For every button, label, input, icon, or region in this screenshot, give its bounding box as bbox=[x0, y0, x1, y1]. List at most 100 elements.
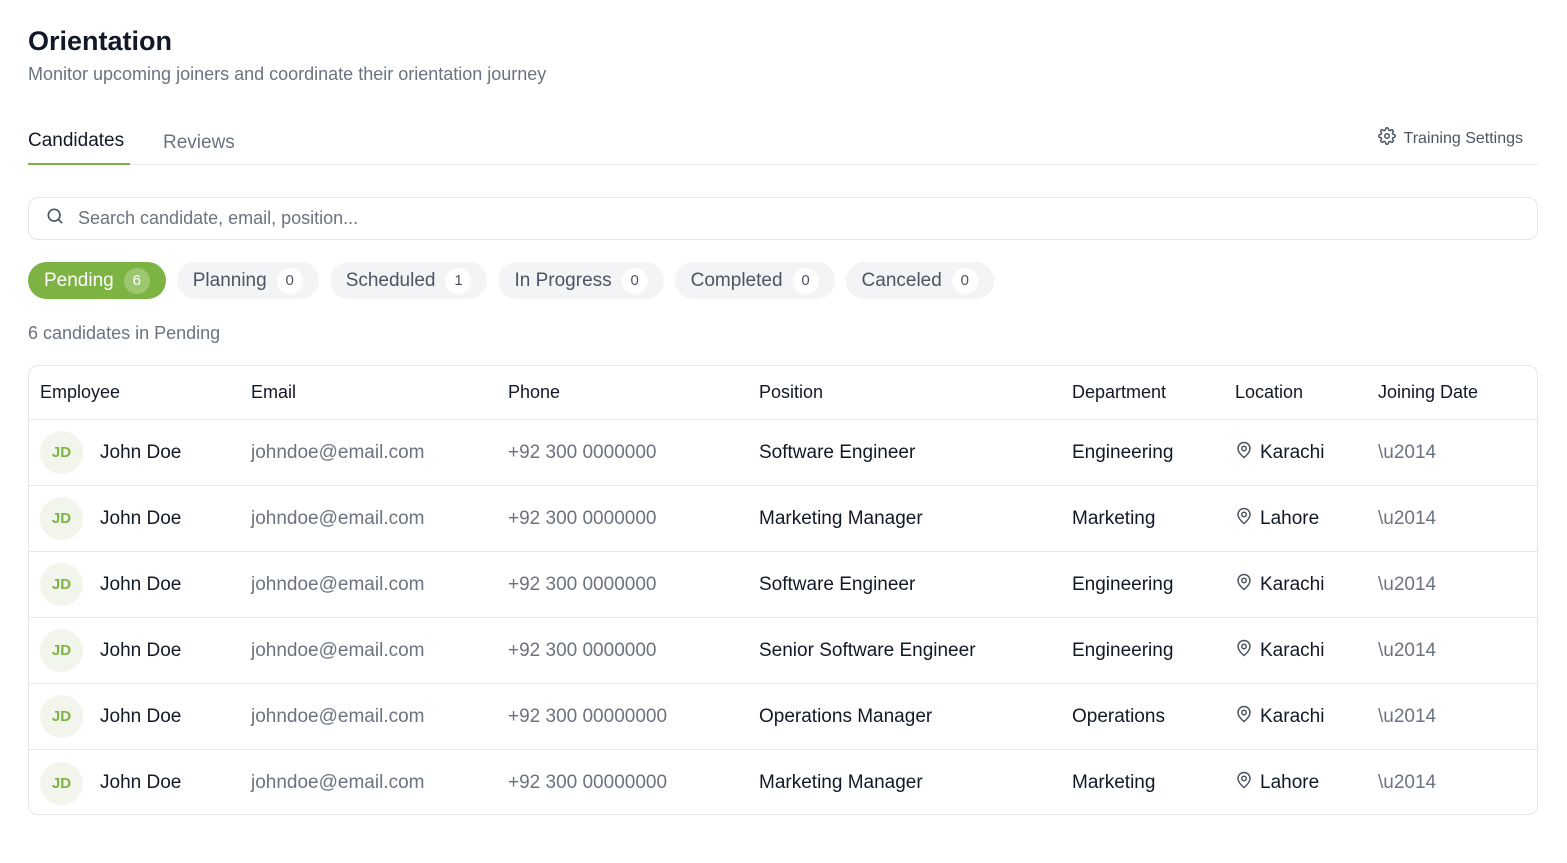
table-row[interactable]: JD John Doe johndoe@email.com +92 300 00… bbox=[29, 552, 1537, 618]
filter-completed[interactable]: Completed 0 bbox=[674, 262, 835, 299]
department-cell: Marketing bbox=[1072, 507, 1156, 529]
location-cell: Karachi bbox=[1235, 573, 1324, 597]
employee-cell: JD John Doe bbox=[40, 629, 181, 672]
map-pin-icon bbox=[1235, 639, 1260, 663]
avatar: JD bbox=[40, 497, 83, 540]
email-cell: johndoe@email.com bbox=[251, 441, 425, 463]
employee-name: John Doe bbox=[100, 441, 182, 463]
phone-cell: +92 300 0000000 bbox=[508, 573, 657, 595]
location-label: Karachi bbox=[1260, 573, 1325, 595]
position-cell: Software Engineer bbox=[759, 573, 916, 595]
status-filters: Pending 6 Planning 0 Scheduled 1 In Prog… bbox=[28, 262, 994, 299]
training-settings-button[interactable]: Training Settings bbox=[1377, 127, 1523, 150]
avatar: JD bbox=[40, 761, 83, 805]
department-cell: Marketing bbox=[1072, 772, 1156, 793]
employee-cell: JD John Doe bbox=[40, 431, 181, 474]
position-cell: Operations Manager bbox=[759, 705, 933, 727]
avatar: JD bbox=[40, 431, 83, 474]
employee-cell: JD John Doe bbox=[40, 695, 181, 738]
table-row[interactable]: JD John Doe johndoe@email.com +92 300 00… bbox=[29, 486, 1537, 552]
tab-reviews[interactable]: Reviews bbox=[163, 132, 235, 167]
department-cell: Engineering bbox=[1072, 441, 1174, 463]
filter-scheduled[interactable]: Scheduled 1 bbox=[329, 262, 488, 299]
location-label: Karachi bbox=[1260, 705, 1325, 727]
tab-candidates[interactable]: Candidates bbox=[28, 130, 130, 165]
column-header-employee[interactable]: Employee bbox=[40, 382, 120, 403]
filter-label: Canceled bbox=[861, 269, 942, 291]
filter-label: Scheduled bbox=[345, 269, 436, 291]
filter-label: In Progress bbox=[514, 269, 612, 291]
column-header-email[interactable]: Email bbox=[251, 382, 296, 403]
position-cell: Software Engineer bbox=[759, 441, 916, 463]
location-label: Karachi bbox=[1260, 639, 1325, 661]
department-cell: Operations bbox=[1072, 705, 1165, 727]
column-header-department[interactable]: Department bbox=[1072, 382, 1166, 403]
filter-pending[interactable]: Pending 6 bbox=[28, 262, 166, 299]
search-box bbox=[28, 197, 1538, 240]
avatar: JD bbox=[40, 695, 83, 738]
phone-cell: +92 300 0000000 bbox=[508, 507, 657, 529]
joining-date-cell: \u2014 bbox=[1378, 639, 1437, 661]
map-pin-icon bbox=[1235, 771, 1260, 795]
column-header-joining-date[interactable]: Joining Date bbox=[1378, 382, 1478, 403]
map-pin-icon bbox=[1235, 573, 1260, 597]
results-count: 6 candidates in Pending bbox=[28, 323, 221, 343]
location-cell: Lahore bbox=[1235, 507, 1319, 531]
page-title: Orientation bbox=[28, 26, 173, 56]
training-settings-label: Training Settings bbox=[1403, 129, 1523, 147]
filter-count: 0 bbox=[276, 267, 303, 294]
table-row[interactable]: JD John Doe johndoe@email.com +92 300 00… bbox=[29, 750, 1537, 814]
phone-cell: +92 300 0000000 bbox=[508, 441, 657, 463]
search-input[interactable] bbox=[78, 208, 1478, 229]
email-cell: johndoe@email.com bbox=[251, 507, 425, 529]
position-cell: Senior Software Engineer bbox=[759, 639, 976, 661]
phone-cell: +92 300 0000000 bbox=[508, 639, 657, 661]
employee-cell: JD John Doe bbox=[40, 497, 181, 540]
column-header-position[interactable]: Position bbox=[759, 382, 823, 403]
table-header: Employee Email Phone Position Department… bbox=[29, 366, 1537, 420]
avatar: JD bbox=[40, 629, 83, 672]
filter-label: Planning bbox=[192, 269, 267, 291]
filter-canceled[interactable]: Canceled 0 bbox=[845, 262, 994, 299]
phone-cell: +92 300 00000000 bbox=[508, 772, 668, 793]
employee-cell: JD John Doe bbox=[40, 563, 181, 606]
employee-name: John Doe bbox=[100, 639, 182, 661]
column-header-phone[interactable]: Phone bbox=[508, 382, 560, 403]
map-pin-icon bbox=[1235, 441, 1260, 465]
position-cell: Marketing Manager bbox=[759, 507, 923, 529]
phone-cell: +92 300 00000000 bbox=[508, 705, 668, 727]
employee-cell: JD John Doe bbox=[40, 761, 182, 805]
tabs-bar: Candidates Reviews Training Settings bbox=[28, 120, 1538, 165]
position-cell: Marketing Manager bbox=[759, 772, 923, 793]
candidates-table: Employee Email Phone Position Department… bbox=[28, 365, 1538, 815]
employee-name: John Doe bbox=[100, 705, 182, 727]
employee-name: John Doe bbox=[100, 573, 182, 595]
joining-date-cell: \u2014 bbox=[1378, 573, 1437, 595]
location-cell: Karachi bbox=[1235, 705, 1324, 729]
location-cell: Lahore bbox=[1235, 771, 1319, 795]
employee-name: John Doe bbox=[100, 507, 182, 529]
email-cell: johndoe@email.com bbox=[251, 772, 425, 793]
map-pin-icon bbox=[1235, 507, 1260, 531]
email-cell: johndoe@email.com bbox=[251, 573, 425, 595]
department-cell: Engineering bbox=[1072, 639, 1174, 661]
search-icon bbox=[45, 206, 65, 231]
map-pin-icon bbox=[1235, 705, 1260, 729]
email-cell: johndoe@email.com bbox=[251, 639, 425, 661]
location-label: Lahore bbox=[1260, 507, 1320, 529]
column-header-location[interactable]: Location bbox=[1235, 382, 1303, 403]
table-row[interactable]: JD John Doe johndoe@email.com +92 300 00… bbox=[29, 618, 1537, 684]
filter-count: 6 bbox=[123, 267, 150, 294]
table-row[interactable]: JD John Doe johndoe@email.com +92 300 00… bbox=[29, 420, 1537, 486]
filter-label: Completed bbox=[690, 269, 783, 291]
filter-in-progress[interactable]: In Progress 0 bbox=[498, 262, 664, 299]
location-cell: Karachi bbox=[1235, 639, 1324, 663]
filter-count: 0 bbox=[951, 267, 978, 294]
filter-count: 0 bbox=[621, 267, 648, 294]
employee-name: John Doe bbox=[100, 772, 182, 793]
table-row[interactable]: JD John Doe johndoe@email.com +92 300 00… bbox=[29, 684, 1537, 750]
location-cell: Karachi bbox=[1235, 441, 1324, 465]
filter-planning[interactable]: Planning 0 bbox=[176, 262, 319, 299]
joining-date-cell: \u2014 bbox=[1378, 772, 1437, 793]
location-label: Karachi bbox=[1260, 441, 1325, 463]
